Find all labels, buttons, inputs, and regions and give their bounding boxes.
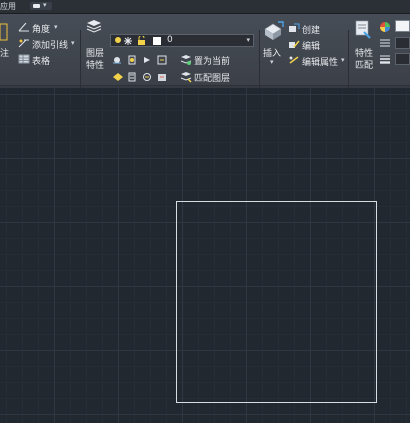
chevron-down-icon[interactable]: ▾ [270, 58, 274, 66]
linetype-dropdown[interactable] [395, 37, 410, 49]
match-layer-button[interactable]: 匹配图层 [194, 71, 230, 84]
layer-properties-label-2[interactable]: 特性 [86, 58, 104, 71]
annotation-partial-label: 注 [0, 49, 10, 59]
chevron-down-icon[interactable]: ▾ [54, 23, 58, 31]
title-strip: 应用 ▾ [0, 0, 410, 14]
rectangle-shape[interactable] [176, 201, 377, 403]
set-current-icon [180, 55, 192, 65]
layer-tool-icons-row2[interactable] [112, 71, 178, 83]
table-button[interactable]: 表格 [32, 54, 50, 67]
color-wheel-icon[interactable] [379, 21, 391, 33]
match-layer-icon [180, 72, 192, 83]
leader-icon [18, 39, 29, 48]
chevron-down-icon[interactable]: ▾ [71, 39, 75, 47]
edit-block-button[interactable]: 编辑 [302, 39, 320, 52]
workspace-icon [33, 4, 40, 8]
layer-dropdown[interactable]: 0 ▾ [110, 34, 254, 47]
table-icon [18, 54, 30, 64]
angle-button[interactable]: 角度 [32, 22, 50, 35]
chevron-down-icon: ▾ [246, 36, 250, 44]
drawing-canvas[interactable] [0, 88, 410, 423]
match-properties-label-2[interactable]: 匹配 [355, 58, 373, 71]
current-layer-value: 0 [167, 35, 173, 45]
layer-tool-icons-row1[interactable] [112, 54, 178, 66]
lineweight-icon[interactable] [379, 54, 391, 64]
layer-state-icons [115, 36, 161, 45]
chevron-down-icon: ▾ [43, 1, 47, 9]
layer-properties-icon[interactable] [86, 18, 102, 34]
edit-block-icon [289, 40, 300, 48]
insert-block-icon[interactable] [262, 21, 284, 41]
edit-attribute-icon [289, 56, 299, 64]
ribbon: 注 角度 ▾ 添加引线 ▾ 表格 注释 ▾ 图层 特性 [0, 14, 410, 102]
match-properties-icon[interactable] [354, 20, 372, 40]
quick-access-toggle[interactable]: ▾ [30, 1, 52, 10]
text-icon[interactable] [0, 22, 10, 44]
linetype-icon[interactable] [379, 38, 391, 48]
chevron-down-icon[interactable]: ▾ [341, 56, 345, 64]
lineweight-dropdown[interactable] [395, 53, 410, 65]
create-block-button[interactable]: 创建 [302, 23, 320, 36]
angle-icon [18, 22, 29, 32]
create-block-icon [289, 23, 300, 32]
tab-application[interactable]: 应用 [0, 1, 16, 12]
edit-attribute-button[interactable]: 编辑属性 [302, 55, 338, 68]
set-current-button[interactable]: 置为当前 [194, 54, 230, 67]
add-leader-button[interactable]: 添加引线 [32, 38, 68, 51]
color-dropdown[interactable] [395, 20, 410, 32]
